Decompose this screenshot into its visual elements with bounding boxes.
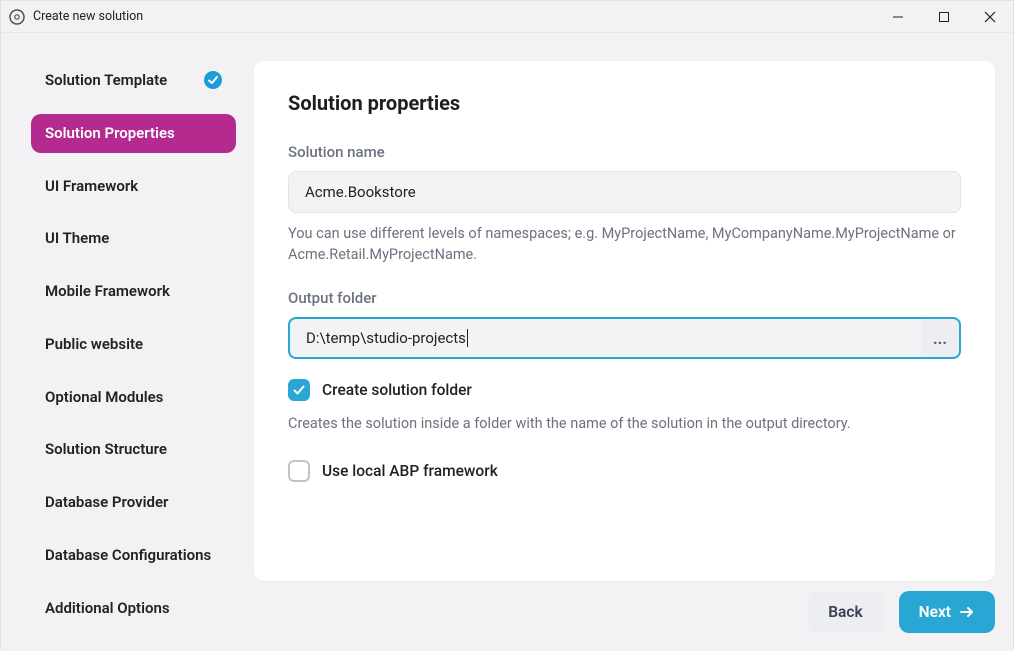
- wizard-sidebar: Solution Template Solution Properties UI F…: [1, 33, 254, 651]
- create-solution-folder-help: Creates the solution inside a folder wit…: [288, 413, 961, 434]
- create-solution-folder-label: Create solution folder: [322, 381, 472, 399]
- next-button[interactable]: Next: [899, 591, 995, 633]
- sidebar-item-solution-structure[interactable]: Solution Structure: [31, 430, 236, 469]
- sidebar-item-label: Optional Modules: [45, 388, 163, 407]
- text-cursor: [467, 329, 468, 347]
- page-title: Solution properties: [288, 91, 961, 115]
- sidebar-item-solution-template[interactable]: Solution Template: [31, 61, 236, 100]
- arrow-right-icon: [959, 604, 975, 620]
- sidebar-item-solution-properties[interactable]: Solution Properties: [31, 114, 236, 153]
- sidebar-item-label: Solution Template: [45, 71, 167, 90]
- titlebar: Create new solution: [1, 1, 1013, 33]
- sidebar-item-label: UI Framework: [45, 177, 138, 196]
- output-folder-input[interactable]: D:\temp\studio-projects: [288, 317, 921, 359]
- check-icon: [204, 71, 222, 89]
- sidebar-item-database-configurations[interactable]: Database Configurations: [31, 536, 236, 575]
- sidebar-item-label: Database Provider: [45, 493, 168, 512]
- sidebar-item-label: Solution Structure: [45, 440, 167, 459]
- browse-label: ...: [933, 329, 947, 348]
- sidebar-item-label: Public website: [45, 335, 143, 354]
- sidebar-item-label: Solution Properties: [45, 124, 175, 143]
- solution-name-input[interactable]: [288, 171, 961, 213]
- next-button-label: Next: [919, 603, 951, 621]
- use-local-abp-checkbox[interactable]: [288, 460, 310, 482]
- sidebar-item-label: Mobile Framework: [45, 282, 170, 301]
- sidebar-item-mobile-framework[interactable]: Mobile Framework: [31, 272, 236, 311]
- sidebar-item-ui-theme[interactable]: UI Theme: [31, 219, 236, 258]
- wizard-footer: Back Next: [1, 587, 1013, 651]
- use-local-abp-label: Use local ABP framework: [322, 462, 498, 480]
- solution-name-help: You can use different levels of namespac…: [288, 223, 961, 265]
- output-folder-value: D:\temp\studio-projects: [306, 329, 466, 347]
- sidebar-item-ui-framework[interactable]: UI Framework: [31, 167, 236, 206]
- output-folder-label: Output folder: [288, 289, 961, 307]
- browse-folder-button[interactable]: ...: [921, 317, 961, 359]
- sidebar-item-label: Database Configurations: [45, 546, 211, 565]
- solution-name-label: Solution name: [288, 143, 961, 161]
- main-panel: Solution properties Solution name You ca…: [254, 61, 995, 581]
- sidebar-item-optional-modules[interactable]: Optional Modules: [31, 378, 236, 417]
- window-maximize-button[interactable]: [921, 1, 967, 33]
- back-button[interactable]: Back: [808, 591, 882, 633]
- window-close-button[interactable]: [967, 1, 1013, 33]
- back-button-label: Back: [828, 603, 862, 621]
- app-icon: [9, 9, 25, 25]
- sidebar-item-database-provider[interactable]: Database Provider: [31, 483, 236, 522]
- window-title: Create new solution: [33, 9, 143, 24]
- window-minimize-button[interactable]: [875, 1, 921, 33]
- sidebar-item-public-website[interactable]: Public website: [31, 325, 236, 364]
- create-solution-folder-checkbox[interactable]: [288, 379, 310, 401]
- sidebar-item-label: UI Theme: [45, 229, 109, 248]
